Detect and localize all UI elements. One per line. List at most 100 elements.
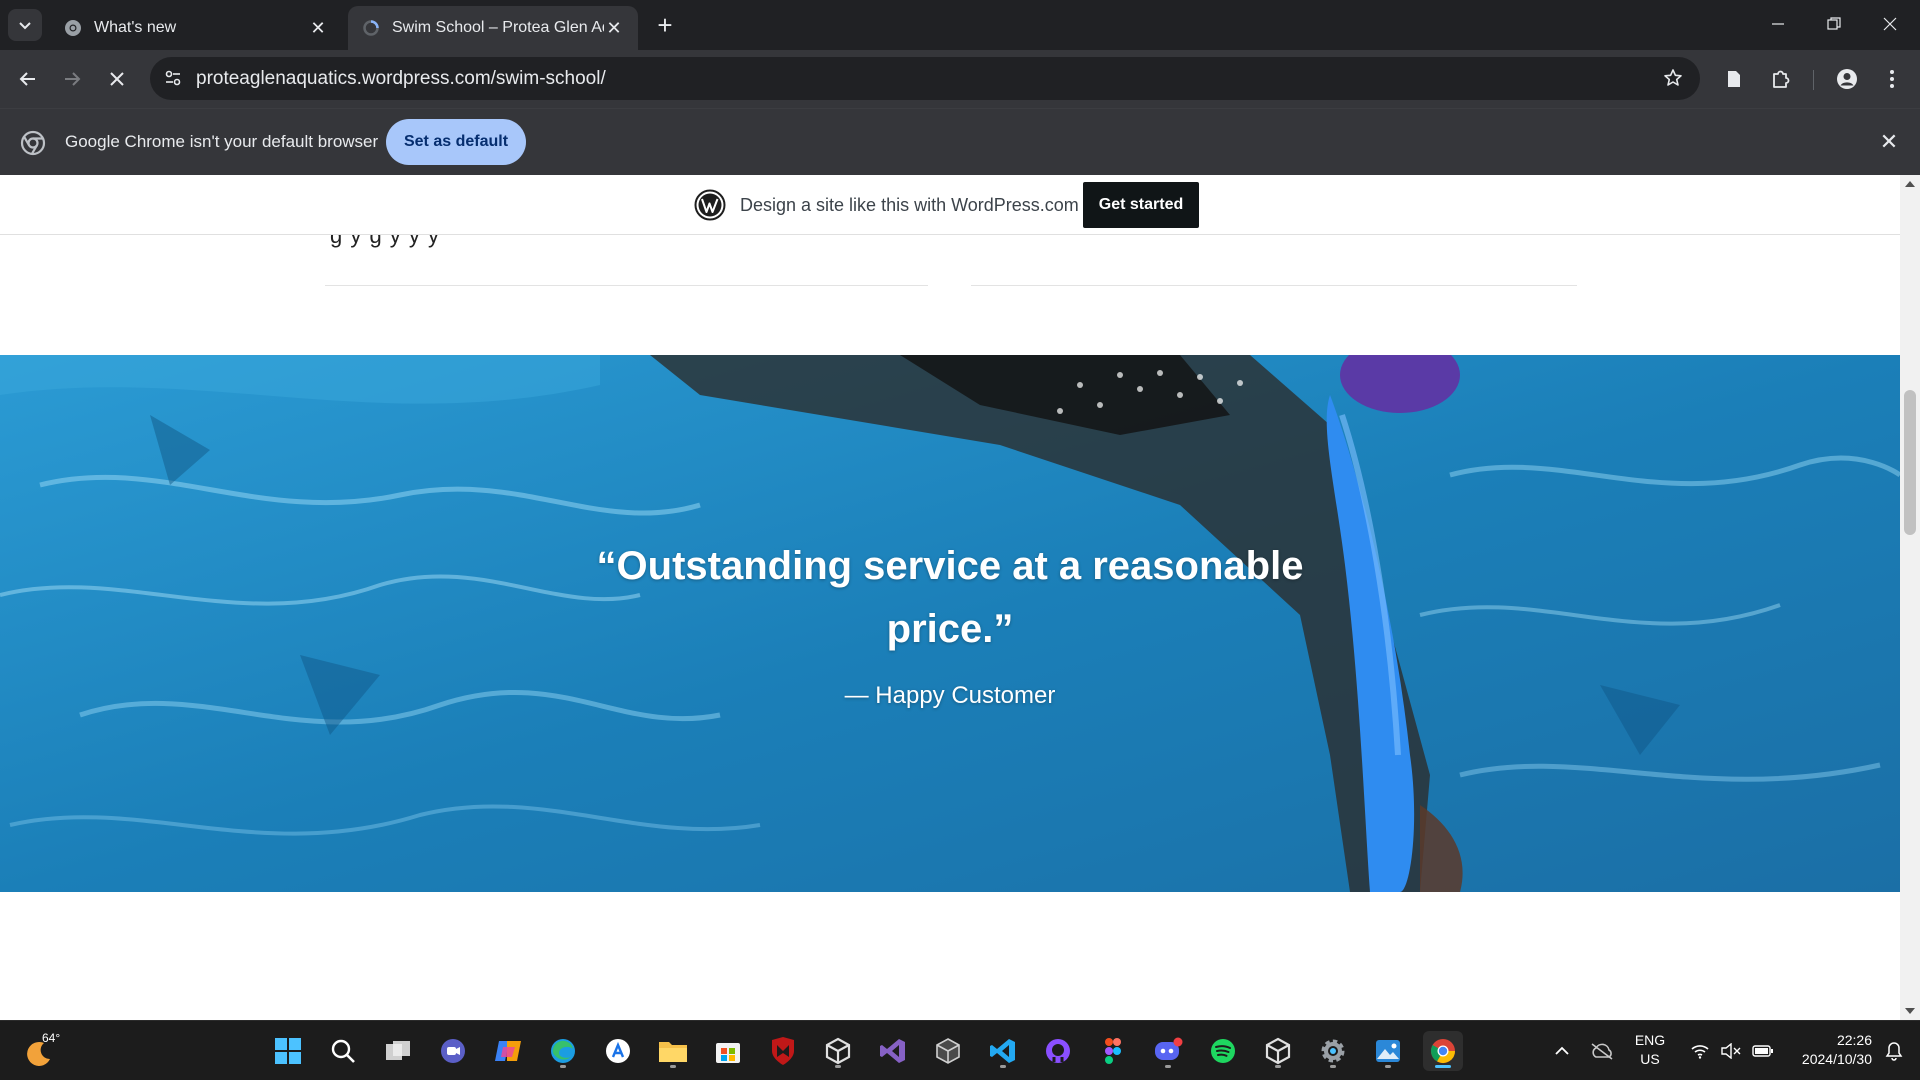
taskbar-discord[interactable] [1148, 1031, 1188, 1071]
menu-button[interactable] [1874, 61, 1910, 97]
bookmark-star-button[interactable] [1658, 63, 1688, 93]
taskbar-copilot[interactable] [488, 1031, 528, 1071]
taskbar-chrome[interactable] [1423, 1031, 1463, 1071]
extensions-button[interactable] [1763, 61, 1799, 97]
tab-whats-new[interactable]: What's new ✕ [50, 6, 342, 50]
get-started-button[interactable]: Get started [1083, 182, 1199, 228]
wordpress-banner-text: Design a site like this with WordPress.c… [740, 195, 1079, 215]
set-as-default-button[interactable]: Set as default [386, 119, 526, 165]
windows-logo-icon [275, 1038, 301, 1064]
chrome-icon [1430, 1039, 1455, 1064]
onedrive-button[interactable] [1582, 1031, 1622, 1071]
scroll-down-arrow-icon[interactable] [1905, 1008, 1915, 1014]
task-view-icon [386, 1041, 410, 1060]
restore-icon [1827, 17, 1841, 30]
testimonial-quote: “Outstanding service at a reasonable pri… [596, 544, 1304, 651]
reading-list-button[interactable] [1716, 61, 1752, 97]
search-icon [331, 1039, 355, 1063]
document-icon [1728, 71, 1740, 87]
github-icon [1046, 1039, 1070, 1063]
taskbar-github-desktop[interactable] [1038, 1031, 1078, 1071]
close-icon [1883, 17, 1897, 31]
weather-widget[interactable]: 64° [24, 1031, 64, 1071]
clock-time: 22:26 [1836, 1032, 1872, 1048]
taskbar-figma[interactable] [1093, 1031, 1133, 1071]
unity-cube-icon [1265, 1037, 1291, 1065]
running-indicator [1165, 1065, 1171, 1068]
wifi-icon [1691, 1045, 1709, 1059]
taskbar-app-store[interactable] [598, 1031, 638, 1071]
taskbar-unity[interactable] [818, 1031, 858, 1071]
divider-left [325, 285, 928, 286]
scroll-up-arrow-icon[interactable] [1905, 181, 1915, 187]
page-viewport: Design a site like this with WordPress.c… [0, 175, 1900, 1020]
taskbar-teams[interactable] [433, 1031, 473, 1071]
stop-loading-button[interactable] [99, 61, 135, 97]
restore-button[interactable] [1806, 0, 1862, 48]
unity-cube-icon [825, 1037, 851, 1065]
notifications-button[interactable] [1876, 1031, 1912, 1071]
taskbar-spotify[interactable] [1203, 1031, 1243, 1071]
tab-title: What's new [94, 19, 177, 36]
back-button[interactable] [10, 61, 46, 97]
tab-swim-school[interactable]: Swim School – Protea Glen Aqu ✕ [348, 6, 638, 50]
vscode-icon [990, 1039, 1015, 1063]
site-info-button[interactable] [158, 63, 188, 93]
scrollbar-thumb[interactable] [1904, 390, 1916, 535]
unity-hub-icon [936, 1038, 960, 1064]
puzzle-icon [1773, 70, 1790, 88]
minimize-button[interactable] [1750, 0, 1806, 48]
figma-icon [1105, 1038, 1121, 1064]
chrome-logo-icon [20, 130, 46, 156]
spotify-icon [1211, 1039, 1235, 1063]
tab-search-button[interactable] [8, 9, 42, 41]
page-scrollbar[interactable] [1900, 175, 1920, 1020]
taskbar-file-explorer[interactable] [653, 1031, 693, 1071]
infobar-close-icon[interactable]: ✕ [1878, 129, 1900, 154]
taskbar-edge[interactable] [543, 1031, 583, 1071]
close-window-button[interactable] [1862, 0, 1918, 48]
quick-settings-button[interactable] [1680, 1031, 1784, 1071]
running-indicator [1275, 1065, 1281, 1068]
url-text[interactable]: proteaglenaquatics.wordpress.com/swim-sc… [196, 68, 606, 90]
discord-icon [1155, 1037, 1183, 1060]
taskbar-mcafee[interactable] [763, 1031, 803, 1071]
taskbar-settings[interactable] [1313, 1031, 1353, 1071]
language-code: ENG [1634, 1032, 1666, 1048]
taskbar-search-button[interactable] [323, 1031, 363, 1071]
photos-icon [1376, 1040, 1400, 1062]
windows-taskbar: 64° ENG US 22:26 2024/10/30 [0, 1020, 1920, 1080]
testimonial-cite: — Happy Customer [844, 682, 1056, 709]
bell-icon [1885, 1042, 1903, 1061]
toolbar-divider [1813, 70, 1814, 90]
taskbar-visual-studio[interactable] [873, 1031, 913, 1071]
running-indicator [1330, 1065, 1336, 1068]
tab-close-icon[interactable]: ✕ [308, 18, 328, 38]
mcafee-shield-icon [772, 1037, 794, 1065]
gear-icon [1321, 1039, 1345, 1063]
tab-title: Swim School – Protea Glen Aqu [392, 19, 604, 36]
task-view-button[interactable] [378, 1031, 418, 1071]
running-indicator [670, 1065, 676, 1068]
taskbar-microsoft-store[interactable] [708, 1031, 748, 1071]
taskbar-unity-2[interactable] [1258, 1031, 1298, 1071]
address-bar[interactable]: proteaglenaquatics.wordpress.com/swim-sc… [150, 57, 1700, 100]
clock[interactable]: 22:26 2024/10/30 [1784, 1031, 1872, 1069]
taskbar-photos[interactable] [1368, 1031, 1408, 1071]
show-hidden-icons-button[interactable] [1542, 1031, 1582, 1071]
input-language[interactable]: ENG US [1630, 1031, 1670, 1069]
teams-icon [441, 1039, 465, 1063]
new-tab-button[interactable]: + [650, 10, 680, 40]
arrow-left-icon [19, 72, 35, 86]
forward-button[interactable] [54, 61, 90, 97]
infobar-message: Google Chrome isn't your default browser [65, 132, 379, 151]
taskbar-unity-hub[interactable] [928, 1031, 968, 1071]
tab-close-icon[interactable]: ✕ [604, 18, 624, 38]
default-browser-infobar: Google Chrome isn't your default browser… [0, 108, 1920, 175]
battery-charging-icon [1752, 1045, 1773, 1057]
profile-button[interactable] [1829, 61, 1865, 97]
start-button[interactable] [268, 1031, 308, 1071]
taskbar-vscode[interactable] [983, 1031, 1023, 1071]
chevron-down-icon [19, 22, 31, 30]
browser-toolbar: proteaglenaquatics.wordpress.com/swim-sc… [0, 50, 1920, 108]
